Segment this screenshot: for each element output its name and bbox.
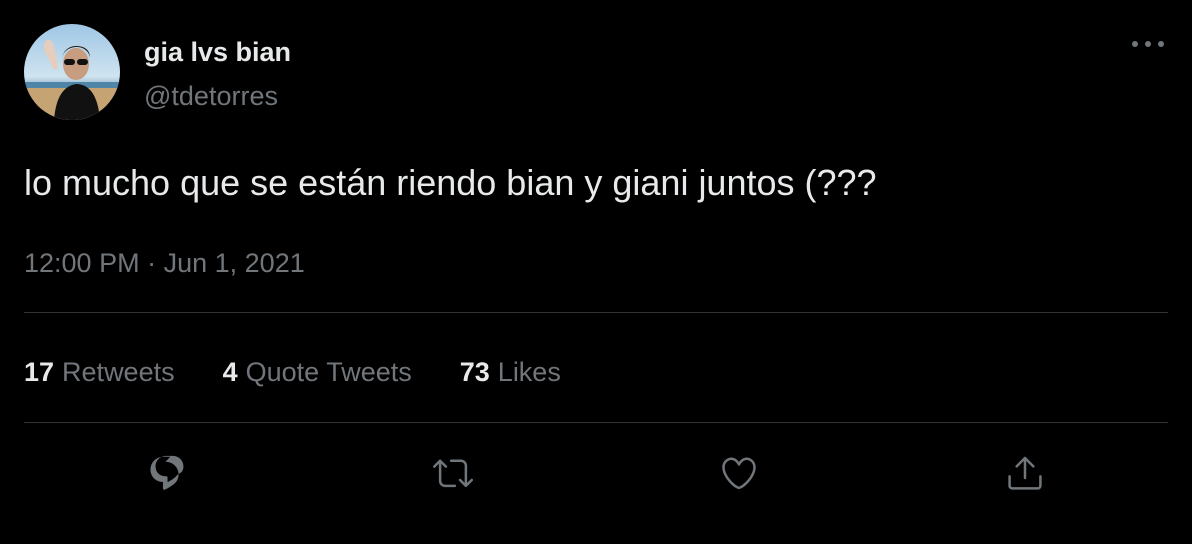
divider-top bbox=[24, 312, 1168, 313]
tweet-stats: 17 Retweets 4 Quote Tweets 73 Likes bbox=[24, 354, 609, 390]
divider-bottom bbox=[24, 422, 1168, 423]
heart-icon bbox=[722, 457, 756, 490]
reply-icon bbox=[150, 455, 184, 490]
quote-tweets-label: Quote Tweets bbox=[245, 357, 412, 387]
retweets-count: 17 bbox=[24, 357, 55, 387]
tweet-meta: 12:00 PM · Jun 1, 2021 bbox=[24, 246, 305, 280]
tweet-text: lo mucho que se están riendo bian y gian… bbox=[24, 162, 877, 203]
user-handle[interactable]: @tdetorres bbox=[144, 80, 278, 112]
retweet-button[interactable] bbox=[428, 448, 478, 498]
retweets-label: Retweets bbox=[62, 357, 175, 387]
share-icon bbox=[1008, 456, 1042, 490]
share-button[interactable] bbox=[1000, 448, 1050, 498]
tweet-date-link[interactable]: Jun 1, 2021 bbox=[164, 248, 305, 278]
tweet-time-link[interactable]: 12:00 PM bbox=[24, 248, 140, 278]
avatar[interactable] bbox=[24, 24, 120, 120]
more-horizontal-icon bbox=[1132, 41, 1164, 47]
more-options-button[interactable] bbox=[1126, 26, 1170, 62]
retweet-icon bbox=[433, 459, 473, 488]
like-button[interactable] bbox=[714, 448, 764, 498]
quote-tweets-count: 4 bbox=[222, 357, 238, 387]
likes-count: 73 bbox=[459, 357, 490, 387]
reply-button[interactable] bbox=[142, 448, 192, 498]
display-name[interactable]: gia lvs bian bbox=[144, 36, 291, 68]
likes-label: Likes bbox=[497, 357, 561, 387]
meta-separator: · bbox=[147, 248, 157, 278]
likes-stat[interactable]: 73 Likes bbox=[460, 355, 561, 389]
retweets-stat[interactable]: 17 Retweets bbox=[24, 355, 175, 389]
quote-tweets-stat[interactable]: 4 Quote Tweets bbox=[223, 355, 412, 389]
avatar-image bbox=[24, 24, 120, 120]
